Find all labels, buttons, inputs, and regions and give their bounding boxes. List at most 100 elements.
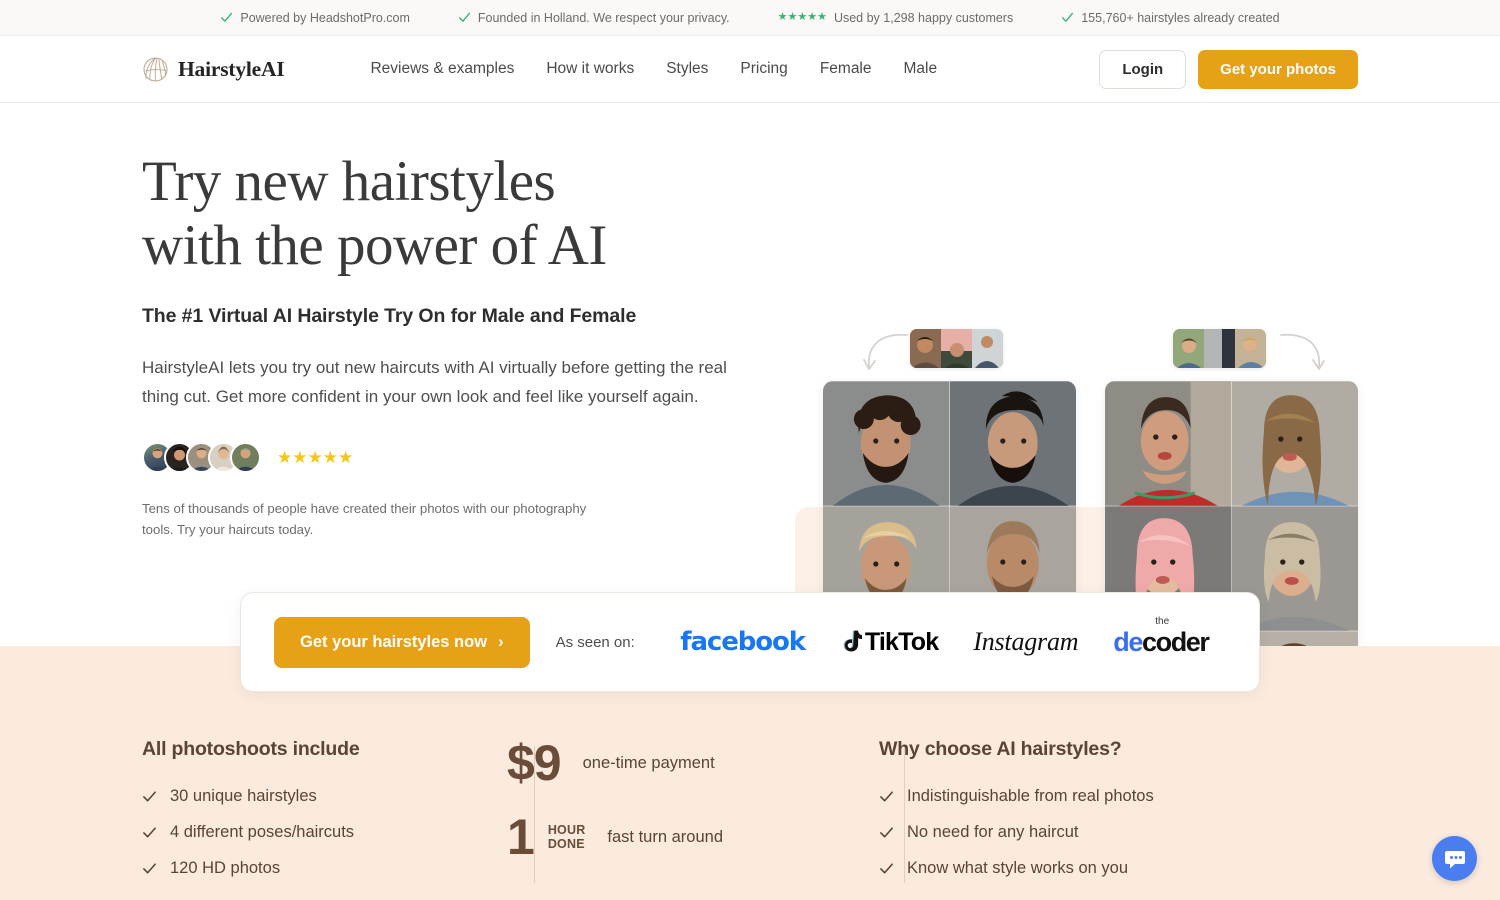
hero-title-line-1: Try new hairstyles <box>142 150 556 213</box>
nav-item-female[interactable]: Female <box>804 54 888 84</box>
tiktok-logo: TikTok <box>840 627 939 657</box>
header-actions: Login Get your photos <box>1099 49 1358 89</box>
male-thumbnail-strip <box>910 329 1003 368</box>
decoder-de: de <box>1113 626 1143 657</box>
avatar-group <box>142 442 261 474</box>
stat-badge-line-1: HOUR <box>547 822 586 837</box>
trust-text: 155,760+ hairstyles already created <box>1081 10 1280 25</box>
avatar <box>230 442 261 474</box>
chat-bubble-icon <box>1444 850 1465 868</box>
feature-label: 4 different poses/haircuts <box>170 823 355 841</box>
press-logos: facebook TikTok Instagram the decoder <box>663 616 1226 657</box>
decoder-logo: the decoder <box>1113 616 1210 657</box>
column-title: Why choose AI hairstyles? <box>879 738 1122 760</box>
page-title: Try new hairstyles with the power of AI <box>142 150 802 279</box>
check-icon <box>880 827 893 838</box>
feature-label: 120 HD photos <box>170 859 281 877</box>
nav-item-how-it-works[interactable]: How it works <box>530 54 650 84</box>
login-button[interactable]: Login <box>1099 49 1187 89</box>
feature-label: No need for any haircut <box>907 823 1079 841</box>
hairstyle-photo <box>1105 381 1232 506</box>
decoder-coder: coder <box>1141 626 1210 657</box>
check-icon <box>458 12 470 22</box>
arrow-arc-icon <box>863 333 908 370</box>
hairstyle-photo <box>949 381 1076 506</box>
hero-copy: Try new hairstyles with the power of AI … <box>142 150 802 540</box>
rating-stars: ★★★★★ <box>277 448 354 468</box>
stars-icon: ★★★★★ <box>777 11 827 23</box>
chevron-right-icon: › <box>498 632 504 651</box>
stat-label: one-time payment <box>582 753 715 772</box>
stat-number: 1 <box>507 809 535 865</box>
nav-item-styles[interactable]: Styles <box>650 54 724 84</box>
thumbnail <box>941 329 972 368</box>
chat-widget-button[interactable] <box>1432 836 1477 881</box>
stat-label: fast turn around <box>607 827 723 846</box>
column-title: All photoshoots include <box>142 738 360 760</box>
trust-item-founded-holland: Founded in Holland. We respect your priv… <box>434 11 754 25</box>
check-icon <box>880 791 893 802</box>
feature-item: 4 different poses/haircuts <box>142 823 442 842</box>
check-icon <box>1062 12 1074 22</box>
trust-item-happy-customers: ★★★★★ Used by 1,298 happy customers <box>754 11 1038 25</box>
thumbnail <box>910 329 941 368</box>
trust-text: Powered by HeadshotPro.com <box>240 10 410 25</box>
brand-logo[interactable]: HairstyleAI <box>142 56 285 83</box>
photoshoot-includes-column: All photoshoots include 30 unique hairst… <box>142 738 442 895</box>
feature-item: Know what style works on you <box>879 859 1254 878</box>
thumbnail <box>1235 329 1266 368</box>
stat-badge: HOUR DONE <box>548 823 586 852</box>
get-hairstyles-now-button[interactable]: Get your hairstyles now › <box>274 616 530 668</box>
nav-item-male[interactable]: Male <box>888 54 954 84</box>
get-your-photos-button[interactable]: Get your photos <box>1198 49 1358 89</box>
hero-note: Tens of thousands of people have created… <box>142 501 587 537</box>
why-choose-column: Why choose AI hairstyles? Indistinguisha… <box>814 738 1254 895</box>
hero-subtitle: The #1 Virtual AI Hairstyle Try On for M… <box>142 304 637 327</box>
stat-badge-line-2: DONE <box>547 837 585 851</box>
site-header: HairstyleAI Reviews & examples How it wo… <box>0 36 1500 103</box>
as-seen-on-label: As seen on: <box>555 633 635 651</box>
tiktok-wordmark: TikTok <box>864 627 939 656</box>
brand-name: HairstyleAI <box>178 56 285 81</box>
hairstyle-photo <box>823 381 950 506</box>
feature-item: No need for any haircut <box>879 823 1254 842</box>
check-icon <box>880 863 893 874</box>
facebook-logo: facebook <box>680 627 806 657</box>
feature-label: Indistinguishable from real photos <box>907 787 1154 805</box>
thumbnail <box>972 329 1003 368</box>
nav-item-pricing[interactable]: Pricing <box>724 54 803 84</box>
nav-item-reviews[interactable]: Reviews & examples <box>354 54 530 84</box>
feature-label: 30 unique hairstyles <box>170 787 317 805</box>
trust-item-hairstyles-created: 155,760+ hairstyles already created <box>1037 11 1303 25</box>
stat-turnaround: 1 HOUR DONE fast turn around <box>507 812 814 862</box>
decoder-the: the <box>1155 615 1170 627</box>
hero-gallery <box>795 103 1395 651</box>
check-icon <box>143 791 156 802</box>
feature-item: 120 HD photos <box>142 859 442 878</box>
trust-bar: Powered by HeadshotPro.com Founded in Ho… <box>0 0 1500 36</box>
trust-text: Used by 1,298 happy customers <box>833 10 1014 25</box>
hairstyle-logo-icon <box>143 56 168 82</box>
thumbnail <box>1173 329 1204 368</box>
check-icon <box>143 863 156 874</box>
hero-section: Try new hairstyles with the power of AI … <box>0 103 1500 651</box>
trust-item-powered-by: Powered by HeadshotPro.com <box>196 11 434 25</box>
feature-item: 30 unique hairstyles <box>142 787 442 806</box>
hero-title-line-2: with the power of AI <box>142 214 607 278</box>
main-nav: Reviews & examples How it works Styles P… <box>354 54 953 84</box>
cta-button-label: Get your hairstyles now <box>300 632 488 651</box>
feature-item: Indistinguishable from real photos <box>879 787 1254 806</box>
stat-price: $9 one-time payment <box>507 738 814 788</box>
feature-label: Know what style works on you <box>907 859 1129 877</box>
features-row: All photoshoots include 30 unique hairst… <box>142 738 1358 895</box>
cta-card: Get your hairstyles now › As seen on: fa… <box>240 592 1260 692</box>
check-icon <box>221 12 233 22</box>
instagram-logo: Instagram <box>973 627 1079 656</box>
arrow-arc-icon <box>1280 333 1325 370</box>
stat-number: $9 <box>507 735 562 791</box>
pricing-stats-column: $9 one-time payment 1 HOUR DONE fast tur… <box>442 738 814 895</box>
social-proof-row: ★★★★★ <box>142 442 802 474</box>
check-icon <box>143 827 156 838</box>
trust-text: Founded in Holland. We respect your priv… <box>477 10 730 25</box>
hero-description: HairstyleAI lets you try out new haircut… <box>142 357 727 407</box>
